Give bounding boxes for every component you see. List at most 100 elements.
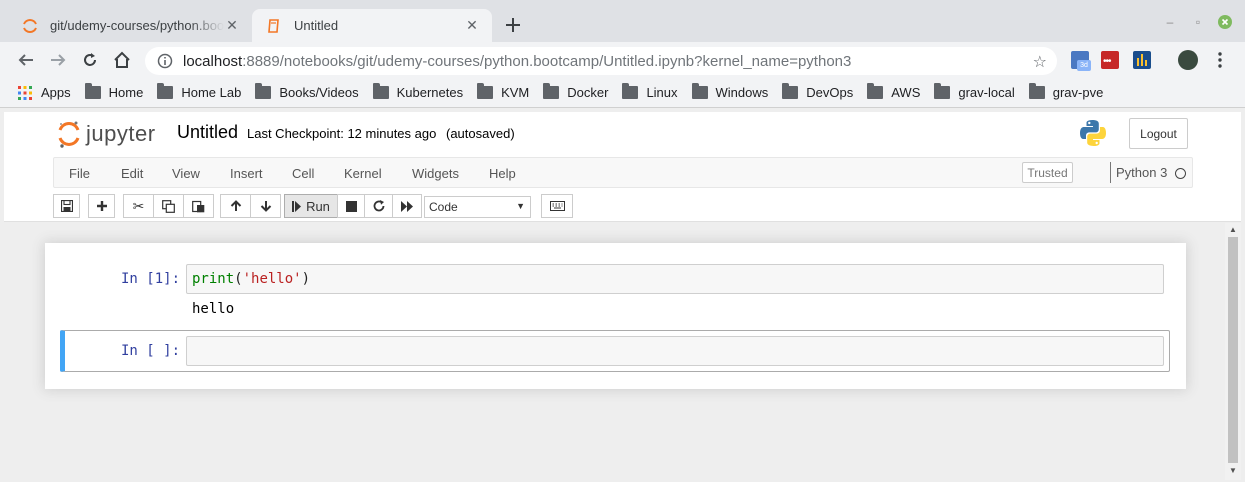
code-cell-selected[interactable]: In [ ]: [60,330,1170,372]
run-button[interactable]: Run [284,194,338,218]
input-prompt: In [1]: [121,271,181,287]
browser-tab-jupyter-tree[interactable]: git/udemy-courses/python.bootcamp/ ✕ [8,9,252,42]
menu-file[interactable]: File [69,166,90,181]
reload-button[interactable] [78,48,102,72]
page-scrollbar[interactable]: ▲ ▼ [1225,223,1241,480]
move-up-button[interactable] [220,194,251,218]
bookmark-folder-aws[interactable]: AWS [867,83,920,100]
menu-insert[interactable]: Insert [230,166,263,181]
code-builtin: print [192,271,235,287]
browser-tab-untitled[interactable]: Untitled ✕ [252,9,492,42]
browser-toolbar: localhost:8889/notebooks/git/udemy-cours… [0,42,1245,78]
kernel-idle-indicator-icon [1175,168,1186,179]
run-label: Run [306,198,330,214]
address-bar[interactable]: localhost:8889/notebooks/git/udemy-cours… [145,47,1057,75]
bookmark-folder-home-lab[interactable]: Home Lab [157,83,241,100]
code-line: print('hello') [192,271,310,287]
folder-icon [372,83,389,99]
restart-run-all-button[interactable] [392,194,422,218]
menu-cell[interactable]: Cell [292,166,314,181]
bookmark-folder-grav-pve[interactable]: grav-pve [1028,83,1103,100]
caret-down-icon: ▼ [516,201,525,211]
code-input[interactable]: print('hello') [186,264,1164,294]
bookmark-label: Linux [646,85,678,100]
jupyter-wordmark: jupyter [86,121,156,146]
bookmark-folder-home[interactable]: Home [84,83,144,100]
trusted-indicator[interactable]: Trusted [1022,162,1073,183]
last-checkpoint: Last Checkpoint: 12 minutes ago [247,126,437,141]
minimize-window-icon[interactable]: – [1162,14,1178,30]
notebook-container: In [1]: print('hello') hello In [ ]: [45,243,1186,389]
paste-icon [192,200,205,212]
logout-button[interactable]: Logout [1129,118,1188,149]
cell-type-select[interactable]: Code ▼ [424,196,531,218]
cut-button[interactable]: ✂ [123,194,154,218]
scroll-down-icon[interactable]: ▼ [1229,466,1237,475]
code-input[interactable] [186,336,1164,366]
bookmark-label: Home [108,85,144,100]
move-down-button[interactable] [250,194,281,218]
bookmark-folder-kubernetes[interactable]: Kubernetes [372,83,464,100]
copy-button[interactable] [153,194,184,218]
bookmark-folder-docker[interactable]: Docker [543,83,608,100]
paste-button[interactable] [183,194,214,218]
bookmark-label: Kubernetes [396,85,464,100]
restore-window-icon[interactable]: ▫ [1190,14,1206,30]
close-window-button[interactable] [1217,14,1233,30]
menu-kernel[interactable]: Kernel [344,166,382,181]
new-tab-button[interactable] [502,14,524,36]
bookmark-folder-books-videos[interactable]: Books/Videos [255,83,359,100]
bookmark-star-icon[interactable]: ☆ [1033,52,1047,72]
bookmark-folder-linux[interactable]: Linux [622,83,678,100]
bookmark-apps[interactable]: Apps [18,85,71,100]
bookmark-folder-devops[interactable]: DevOps [782,83,853,100]
code-cell[interactable]: In [1]: print('hello') [60,257,1170,329]
extension-3d-button[interactable]: 3d [1071,51,1091,71]
close-window-icon [1218,15,1232,29]
folder-icon [622,83,639,99]
menu-edit[interactable]: Edit [121,166,143,181]
menu-widgets[interactable]: Widgets [412,166,459,181]
profile-avatar-icon[interactable] [1178,50,1198,70]
tab-title: Untitled [294,18,339,33]
arrow-up-icon [230,200,241,211]
bookmark-folder-grav-local[interactable]: grav-local [934,83,1015,100]
chrome-menu-button[interactable] [1208,48,1232,72]
extension-chart-icon[interactable] [1133,51,1151,69]
restart-kernel-button[interactable] [364,194,393,218]
bookmark-label: Books/Videos [279,85,359,100]
forward-button[interactable] [46,48,70,72]
bookmark-folder-kvm[interactable]: KVM [477,83,529,100]
code-string: 'hello' [242,271,302,287]
copy-icon [162,199,175,213]
folder-icon [543,83,560,99]
back-button[interactable] [14,48,38,72]
extension-lastpass-icon[interactable]: ••• [1101,51,1119,69]
scrollbar-thumb[interactable] [1228,237,1238,463]
close-tab-icon[interactable]: ✕ [224,17,240,34]
folder-icon [255,83,272,99]
notebook-name[interactable]: Untitled [177,122,238,143]
save-icon [60,200,73,212]
bookmark-folder-windows[interactable]: Windows [691,83,768,100]
close-tab-icon[interactable]: ✕ [464,17,480,34]
folder-icon [691,83,708,99]
bookmarks-bar: Apps Home Home Lab Books/Videos Kubernet… [0,78,1245,108]
arrow-down-icon [260,201,271,212]
browser-tab-strip: git/udemy-courses/python.bootcamp/ ✕ Unt… [0,0,1245,42]
arrow-left-icon [18,54,33,66]
command-palette-button[interactable] [541,194,573,218]
bookmark-label: grav-local [958,85,1015,100]
menu-view[interactable]: View [172,166,200,181]
folder-icon [1028,83,1045,99]
insert-cell-button[interactable] [88,194,115,218]
arrow-right-icon [51,54,66,66]
restart-icon [373,200,384,212]
menu-help[interactable]: Help [489,166,516,181]
folder-icon [867,83,884,99]
home-button[interactable] [110,48,134,72]
jupyter-logo[interactable]: jupyter [58,119,156,149]
save-button[interactable] [53,194,80,218]
scroll-up-icon[interactable]: ▲ [1229,225,1237,234]
interrupt-kernel-button[interactable] [337,194,365,218]
